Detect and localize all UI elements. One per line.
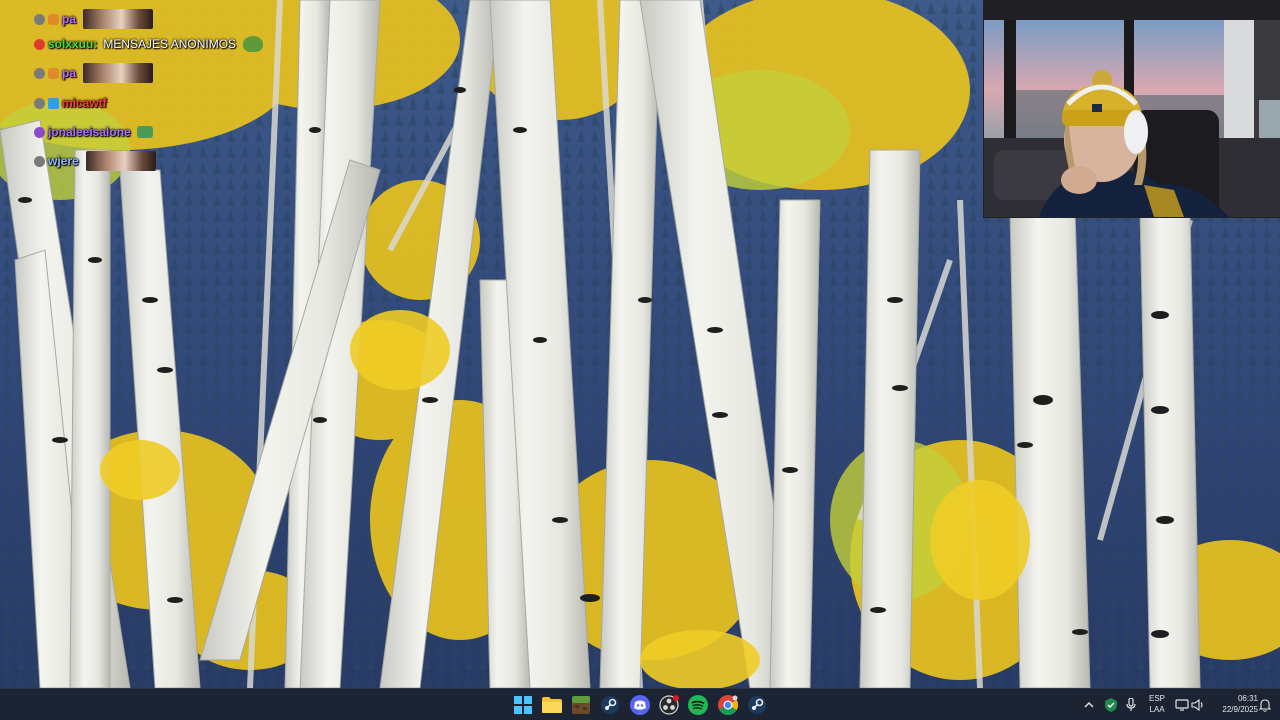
- steam-button-2[interactable]: [745, 693, 769, 717]
- chat-username: solxxuu:: [48, 37, 98, 51]
- chat-username: pa: [62, 66, 77, 80]
- windows-taskbar: ESP LAA 06:31 22/9/2025: [0, 688, 1280, 720]
- chat-text: MENSAJES ANONIMOS: [103, 37, 237, 51]
- chat-message: pa: [34, 62, 154, 84]
- badge-icon: [34, 13, 45, 25]
- chat-username: pa: [62, 12, 77, 26]
- chrome-button[interactable]: [716, 693, 740, 717]
- chrome-icon: [718, 695, 738, 715]
- steam-icon: [601, 696, 619, 714]
- badge-icon: [48, 13, 59, 25]
- minecraft-icon: [572, 696, 590, 714]
- face-emote-icon: [83, 63, 154, 83]
- stream-chat-overlay: pa solxxuu: MENSAJES ANONIMOS pa micawtf…: [34, 4, 334, 174]
- windows-start-button[interactable]: [511, 693, 535, 717]
- spotify-icon: [688, 695, 708, 715]
- chat-message: pa: [34, 8, 154, 30]
- system-clock[interactable]: 06:31 22/9/2025: [1206, 693, 1258, 715]
- chat-username: micawtf: [62, 96, 107, 110]
- steam-button[interactable]: [598, 693, 622, 717]
- folder-icon: [542, 697, 562, 713]
- language-code: ESP: [1148, 694, 1165, 703]
- face-emote-icon: [85, 151, 156, 171]
- network-monitor-icon[interactable]: [1175, 697, 1189, 713]
- steam-icon: [748, 696, 766, 714]
- chat-message: solxxuu: MENSAJES ANONIMOS: [34, 33, 264, 55]
- badge-icon: [34, 126, 45, 138]
- input-language-indicator[interactable]: ESP LAA: [1146, 693, 1168, 715]
- security-shield-icon[interactable]: [1104, 697, 1118, 713]
- chat-message: wjere: [34, 150, 156, 172]
- microphone-icon[interactable]: [1125, 697, 1137, 713]
- discord-icon: [630, 695, 650, 715]
- small-emote-icon: [136, 126, 153, 138]
- file-explorer-button[interactable]: [540, 693, 564, 717]
- badge-icon: [34, 38, 45, 50]
- webcam-overlay: [983, 0, 1280, 218]
- badge-icon: [34, 97, 45, 109]
- windows-logo-icon: [514, 696, 532, 714]
- badge-icon: [34, 155, 45, 167]
- chat-message: micawtf: [34, 92, 107, 114]
- minecraft-button[interactable]: [569, 693, 593, 717]
- keyboard-layout-code: LAA: [1149, 705, 1165, 714]
- chat-message: jonaleeisalone: [34, 121, 153, 143]
- show-hidden-icons-chevron-up-icon[interactable]: [1082, 697, 1096, 713]
- spotify-button[interactable]: [686, 693, 710, 717]
- obs-icon: [659, 695, 679, 715]
- badge-icon: [48, 67, 59, 79]
- chat-username: jonaleeisalone: [48, 125, 131, 139]
- volume-speaker-icon[interactable]: [1191, 697, 1205, 713]
- discord-button[interactable]: [628, 693, 652, 717]
- pepe-frog-emote-icon: [243, 36, 264, 52]
- face-emote-icon: [83, 9, 154, 29]
- badge-icon: [34, 67, 45, 79]
- obs-button[interactable]: [657, 693, 681, 717]
- clock-time: 06:31: [1237, 694, 1258, 703]
- notifications-bell-icon[interactable]: [1258, 697, 1272, 713]
- clock-date: 22/9/2025: [1222, 705, 1258, 714]
- badge-icon: [48, 97, 59, 109]
- chat-username: wjere: [48, 154, 79, 168]
